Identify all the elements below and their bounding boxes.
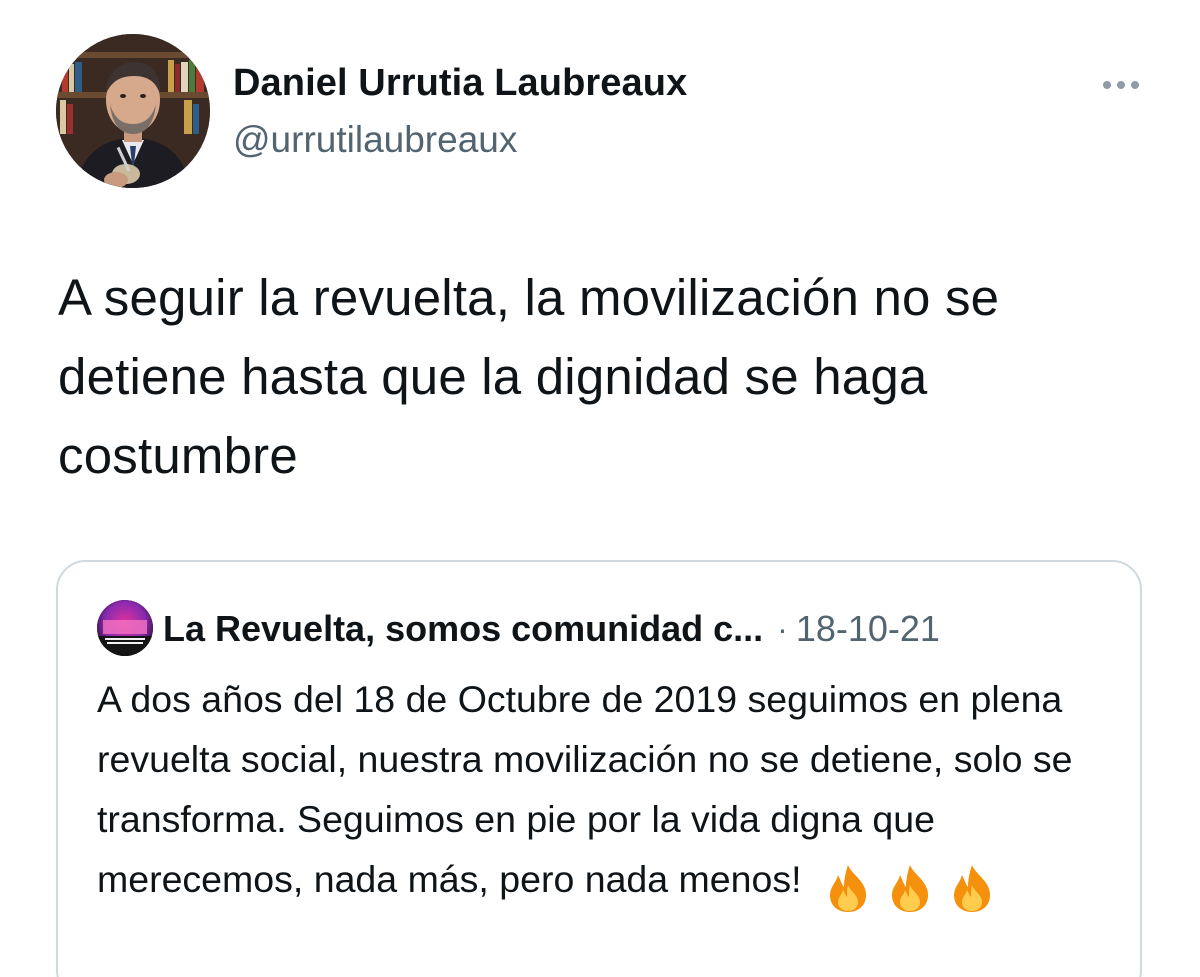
tweet-text: A seguir la revuelta, la movilización no… <box>58 269 1000 484</box>
fire-icon <box>826 863 870 913</box>
quoted-author-avatar[interactable] <box>97 600 153 656</box>
quoted-author-name[interactable]: La Revuelta, somos comunidad c... <box>163 608 763 650</box>
author-handle[interactable]: @urrutilaubreaux <box>233 119 517 161</box>
header-separator: · <box>777 610 788 647</box>
quoted-tweet-text-block: A dos años del 18 de Octubre de 2019 seg… <box>97 669 1117 915</box>
quoted-tweet-header: La Revuelta, somos comunidad c... · 18-1… <box>163 602 940 656</box>
tweet-page: Daniel Urrutia Laubreaux @urrutilaubreau… <box>0 0 1200 977</box>
fire-icon <box>888 863 932 913</box>
author-name[interactable]: Daniel Urrutia Laubreaux <box>233 62 687 105</box>
more-horizontal-icon <box>1100 76 1142 94</box>
author-avatar[interactable] <box>56 34 210 188</box>
more-options-button[interactable] <box>1094 70 1148 100</box>
fire-icon <box>950 863 994 913</box>
quoted-tweet-date[interactable]: 18-10-21 <box>796 608 940 650</box>
emoji-row <box>826 855 1012 915</box>
